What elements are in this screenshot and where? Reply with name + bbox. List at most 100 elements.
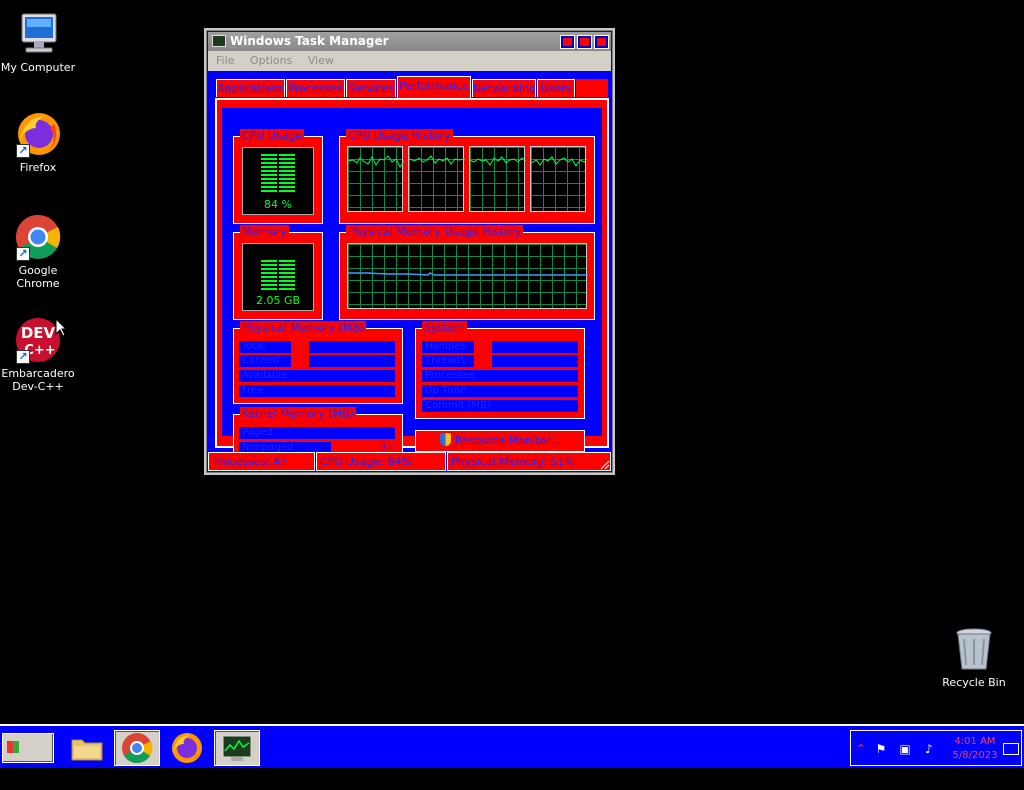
memory-history-graph <box>347 243 588 309</box>
window-titlebar[interactable]: Windows Task Manager <box>208 32 611 51</box>
cpu-history-graph-core-3 <box>469 146 526 212</box>
status-processes: Processes: 47 <box>208 452 315 471</box>
action-center-icon[interactable]: ⚑ <box>873 742 889 756</box>
memory-meter: 2.05 GB <box>242 243 314 311</box>
taskbar-task-manager[interactable] <box>214 730 260 766</box>
minimize-button[interactable] <box>560 35 575 49</box>
resource-monitor-label: Resource Monitor... <box>454 434 561 447</box>
resize-grip-icon[interactable] <box>598 458 610 470</box>
tab-services[interactable]: Services <box>346 79 396 97</box>
status-physical-memory: Physical Memory: 51% <box>447 452 611 471</box>
svg-text:DEV: DEV <box>21 324 56 342</box>
physical-memory-group: Physical Memory (MB) Total Cached Availa… <box>233 321 403 404</box>
memory-group: Memory 2.05 GB <box>233 225 323 320</box>
performance-panel: CPU Usage 84 % CPU Usage History Memory … <box>215 98 609 462</box>
desktop-icon-label: Embarcadero Dev-C++ <box>1 367 75 393</box>
system-row: Handles <box>422 341 474 353</box>
desktop-icon-google-chrome[interactable]: ↗ Google Chrome <box>0 213 76 290</box>
window-title: Windows Task Manager <box>230 34 389 48</box>
resource-monitor-button[interactable]: Resource Monitor... <box>415 430 585 452</box>
physical-memory-label: Physical Memory (MB) <box>240 321 367 335</box>
clock-date: 5/8/2023 <box>952 750 998 761</box>
show-desktop-icon[interactable] <box>1003 743 1019 755</box>
firefox-icon: ↗ <box>14 110 62 158</box>
desktop: My Computer ↗ Firefox ↗ Google Chrome DE… <box>0 0 1024 724</box>
chrome-icon: ↗ <box>14 213 62 261</box>
system-row: Commit (MB) <box>422 400 578 412</box>
status-bar: Processes: 47 CPU Usage: 84% Physical Me… <box>208 452 611 471</box>
tab-networking[interactable]: Networking <box>472 79 536 97</box>
taskbar: Start ⌃ ⚑ ▣ ♪ 4:01 AM 5/8/2023 <box>0 724 1024 783</box>
file-explorer-icon <box>71 739 103 761</box>
physical-memory-value <box>309 341 395 353</box>
system-tray: ⌃ ⚑ ▣ ♪ 4:01 AM 5/8/2023 <box>850 730 1022 766</box>
cpu-usage-group: CPU Usage 84 % <box>233 129 323 224</box>
task-manager-app-icon <box>212 35 226 47</box>
show-hidden-icons-icon[interactable]: ⌃ <box>853 742 869 756</box>
shortcut-arrow-icon: ↗ <box>16 144 30 158</box>
system-row: Threads <box>422 355 474 367</box>
system-value <box>492 355 578 367</box>
desktop-icon-my-computer[interactable]: My Computer <box>0 10 76 74</box>
status-cpu-usage: CPU Usage: 84% <box>316 452 446 471</box>
tab-strip-filler <box>576 79 608 97</box>
physical-memory-value <box>309 355 395 367</box>
tab-performance[interactable]: Performance <box>397 76 471 98</box>
menu-bar: File Options View <box>208 51 611 71</box>
close-button[interactable] <box>594 35 609 49</box>
menu-view[interactable]: View <box>308 54 334 67</box>
cpu-history-graph-core-4 <box>530 146 587 212</box>
system-label: System <box>422 321 468 335</box>
windows-flag-icon <box>7 741 19 753</box>
maximize-button[interactable] <box>577 35 592 49</box>
uac-shield-icon <box>439 433 451 446</box>
cpu-history-label: CPU Usage History <box>346 129 453 143</box>
tab-users[interactable]: Users <box>537 79 575 97</box>
taskbar-firefox[interactable] <box>164 730 210 766</box>
cpu-usage-meter: 84 % <box>242 147 314 215</box>
network-icon[interactable]: ▣ <box>897 742 913 756</box>
start-button[interactable]: Start <box>2 733 54 783</box>
desktop-icon-label: Google Chrome <box>16 264 60 290</box>
system-value <box>492 341 578 353</box>
system-row: Processes <box>422 370 578 382</box>
menu-options[interactable]: Options <box>250 54 292 67</box>
taskbar-chrome[interactable] <box>114 730 160 766</box>
recycle-bin-icon <box>950 625 998 673</box>
cpu-history-graph-core-2 <box>408 146 465 212</box>
memory-bars <box>261 260 295 290</box>
mouse-cursor-icon <box>55 318 67 337</box>
desktop-icon-label: Recycle Bin <box>942 676 1006 689</box>
volume-icon[interactable]: ♪ <box>921 742 937 756</box>
tab-applications[interactable]: Applications <box>216 79 285 97</box>
menu-file[interactable]: File <box>216 54 234 67</box>
memory-label: Memory <box>240 225 289 239</box>
firefox-icon <box>172 733 202 763</box>
cpu-usage-bars <box>261 154 295 194</box>
desktop-icon-label: My Computer <box>0 61 76 74</box>
tab-strip: Applications Processes Services Performa… <box>216 76 608 98</box>
taskbar-file-explorer[interactable] <box>64 730 110 766</box>
task-manager-window: Windows Task Manager File Options View A… <box>204 28 615 475</box>
physical-memory-row: Cached <box>239 355 291 367</box>
clock-time: 4:01 AM <box>954 736 996 747</box>
clock[interactable]: 4:01 AM 5/8/2023 <box>947 735 1003 763</box>
kernel-memory-row: Paged <box>239 427 395 439</box>
chrome-icon <box>122 733 153 764</box>
desktop-icon-firefox[interactable]: ↗ Firefox <box>0 110 76 174</box>
system-row: Up Time <box>422 385 578 397</box>
physical-memory-row: Total <box>239 341 291 353</box>
cpu-history-group: CPU Usage History <box>339 129 595 224</box>
system-group: System Handles Threads Processes Up Time… <box>415 321 585 419</box>
shortcut-arrow-icon: ↗ <box>16 247 30 261</box>
desktop-icon-label: Firefox <box>19 161 57 174</box>
physical-memory-row: Free <box>239 385 395 397</box>
kernel-memory-label: Kernel Memory (MB) <box>240 407 356 421</box>
memory-history-label: Physical Memory Usage History <box>346 225 524 239</box>
memory-history-group: Physical Memory Usage History <box>339 225 595 320</box>
tab-processes[interactable]: Processes <box>286 79 345 97</box>
memory-value: 2.05 GB <box>255 294 301 307</box>
start-label: Start <box>7 769 42 783</box>
physical-memory-row: Available <box>239 370 395 382</box>
desktop-icon-recycle-bin[interactable]: Recycle Bin <box>936 625 1012 689</box>
